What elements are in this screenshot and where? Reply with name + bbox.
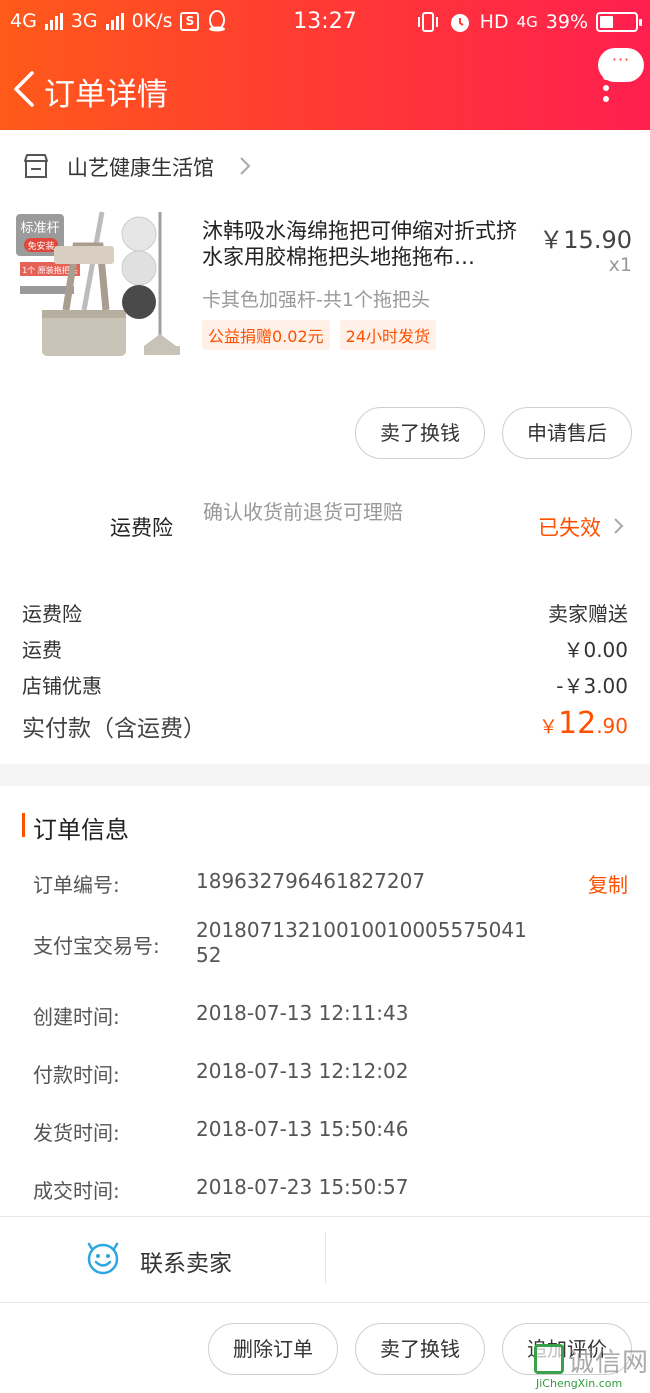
after-sale-button[interactable]: 申请售后 xyxy=(502,407,632,459)
img-label-2: 免安装 xyxy=(27,240,54,252)
fee-row: 店铺优惠 -￥3.00 xyxy=(22,670,628,699)
watermark-text: 诚信网 xyxy=(568,1348,650,1378)
chevron-right-icon xyxy=(240,157,251,175)
battery-percent: 39% xyxy=(545,11,588,33)
fee-value: 卖家赠送 xyxy=(548,602,628,626)
fee-value: ￥0.00 xyxy=(563,638,628,662)
shipped-time-label: 发货时间: xyxy=(33,1121,120,1145)
total-amount: ￥12.90 xyxy=(539,706,628,741)
status-bar: 4G 3G 0K/s S 13:27 HD 4G 39% xyxy=(0,0,650,44)
product-quantity: x1 xyxy=(608,254,632,276)
total-label: 实付款（含运费） xyxy=(22,716,206,742)
vertical-divider xyxy=(325,1232,326,1284)
nav-bar: 订单详情 ··· xyxy=(0,48,650,121)
fee-row: 运费险 卖家赠送 xyxy=(22,598,628,627)
tag-shipping: 24小时发货 xyxy=(339,320,437,350)
status-right: HD 4G 39% xyxy=(416,10,642,34)
hd-label: HD xyxy=(479,11,509,33)
total-currency: ￥ xyxy=(538,716,558,738)
deal-time-value: 2018-07-23 15:50:57 xyxy=(196,1175,409,1199)
product-title[interactable]: 沐韩吸水海绵拖把可伸缩对折式挤水家用胶棉拖把头地拖拖布… xyxy=(202,218,534,270)
order-number-label: 订单编号: xyxy=(33,873,120,897)
fee-row: 运费 ￥0.00 xyxy=(22,634,628,663)
insurance-label: 运费险 xyxy=(110,516,173,540)
product-tags: 公益捐赠0.02元 24小时发货 xyxy=(202,320,437,350)
divider xyxy=(0,1302,650,1303)
watermark: 诚信网 JiChengXin.com xyxy=(532,1340,650,1393)
insurance-desc: 确认收货前退货可理赔 xyxy=(203,500,403,524)
vibrate-icon xyxy=(417,12,438,32)
delete-order-button[interactable]: 删除订单 xyxy=(208,1323,338,1375)
fee-label: 运费险 xyxy=(22,602,82,626)
alarm-icon xyxy=(450,14,469,32)
sell-button[interactable]: 卖了换钱 xyxy=(355,1323,485,1375)
fee-label: 店铺优惠 xyxy=(22,674,102,698)
shop-row[interactable]: 山艺健康生活馆 xyxy=(0,138,650,194)
vertical-dots-icon xyxy=(603,74,611,107)
order-number-value: 189632796461827207 xyxy=(196,869,426,893)
created-time-value: 2018-07-13 12:11:43 xyxy=(196,1001,409,1025)
tag-donation: 公益捐赠0.02元 xyxy=(202,320,330,350)
back-icon[interactable] xyxy=(10,69,40,109)
contact-seller-label: 联系卖家 xyxy=(140,1251,232,1277)
page-title: 订单详情 xyxy=(44,77,168,113)
alipay-value: 20180713210010010005575041 52 xyxy=(196,918,527,967)
shipped-time-value: 2018-07-13 15:50:46 xyxy=(196,1117,409,1141)
battery-icon xyxy=(596,12,642,32)
product-image[interactable]: 标准杆 免安装 1个 原装拖把头 xyxy=(14,206,190,382)
product-price: ￥15.90 xyxy=(539,226,632,254)
contact-seller-button[interactable]: 联系卖家 xyxy=(0,1217,325,1301)
img-label-1: 标准杆 xyxy=(20,221,59,236)
shop-name: 山艺健康生活馆 xyxy=(67,156,214,180)
mop-image: 标准杆 免安装 1个 原装拖把头 xyxy=(16,211,180,356)
more-icon[interactable]: ··· xyxy=(598,48,644,106)
sell-item-button[interactable]: 卖了换钱 xyxy=(355,407,485,459)
paid-time-value: 2018-07-13 12:12:02 xyxy=(196,1059,409,1083)
watermark-url: JiChengXin.com xyxy=(536,1377,623,1390)
insurance-status[interactable]: 已失效 xyxy=(538,512,601,542)
total-decimal: .90 xyxy=(596,714,628,738)
product-sku: 卡其色加强杆-共1个拖把头 xyxy=(202,289,430,311)
watermark-logo xyxy=(534,1344,564,1374)
smiley-icon xyxy=(87,1242,119,1275)
fee-label: 运费 xyxy=(22,638,62,662)
order-info-title: 订单信息 xyxy=(33,816,129,844)
copy-button[interactable]: 复制 xyxy=(588,869,628,898)
section-marker xyxy=(22,813,25,837)
top-header: 4G 3G 0K/s S 13:27 HD 4G 39% 订单详情 ··· xyxy=(0,0,650,130)
deal-time-label: 成交时间: xyxy=(33,1179,120,1203)
fee-value: -￥3.00 xyxy=(556,674,628,698)
section-gap xyxy=(0,764,650,786)
total-integer: 12 xyxy=(558,706,597,741)
chevron-right-icon[interactable] xyxy=(612,516,625,536)
paid-time-label: 付款时间: xyxy=(33,1063,120,1087)
store-icon xyxy=(24,154,48,178)
network-label-3: 4G xyxy=(516,13,538,31)
created-time-label: 创建时间: xyxy=(33,1005,120,1029)
alipay-label: 支付宝交易号: xyxy=(33,934,160,958)
